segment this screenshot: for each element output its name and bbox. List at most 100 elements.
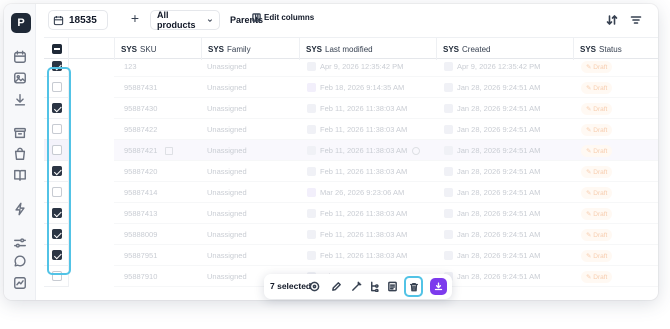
table-row[interactable]: 95887413 Unassigned Feb 11, 2026 11:38:03 … xyxy=(44,203,658,224)
column-header-sku[interactable]: SYS SKU xyxy=(114,38,201,60)
table-row[interactable]: 95887421 Unassigned Feb 11, 2026 11:38:03 … xyxy=(44,140,658,161)
family-cell: Unassigned xyxy=(207,224,299,245)
trash-icon xyxy=(409,282,418,291)
created-value: Apr 9, 2026 12:35:42 PM xyxy=(457,62,541,71)
family-value: Unassigned xyxy=(207,125,247,134)
created-value: Jan 28, 2026 9:24:51 AM xyxy=(457,209,541,218)
chart-icon[interactable] xyxy=(13,276,27,290)
family-header-label: Family xyxy=(227,44,251,54)
created-cell: Jan 28, 2026 9:24:51 AM xyxy=(444,245,573,266)
external-link-icon[interactable] xyxy=(165,146,174,155)
created-value: Jan 28, 2026 9:24:51 AM xyxy=(457,188,541,197)
hierarchy-icon[interactable] xyxy=(368,280,380,292)
archive-icon[interactable] xyxy=(13,126,27,140)
table-row[interactable]: 95887951 Unassigned Feb 11, 2026 11:38:03 … xyxy=(44,245,658,266)
sku-value: 95887413 xyxy=(124,209,158,218)
user-avatar-icon xyxy=(444,125,453,134)
clock-icon[interactable] xyxy=(412,146,421,155)
product-count-chip[interactable]: 18535 xyxy=(48,10,108,30)
magic-wand-icon[interactable] xyxy=(350,280,362,292)
user-avatar-icon xyxy=(444,209,453,218)
sort-icon[interactable] xyxy=(606,13,618,26)
created-header-label: Created xyxy=(462,44,491,54)
sku-cell: 95887910 xyxy=(124,266,201,287)
family-value: Unassigned xyxy=(207,146,247,155)
sku-value: 95887422 xyxy=(124,125,158,134)
table-row[interactable]: 95887430 Unassigned Feb 11, 2026 11:38:03 … xyxy=(44,98,658,119)
row-thumbnail xyxy=(68,182,114,203)
shopping-bag-icon[interactable] xyxy=(13,147,27,161)
book-icon[interactable] xyxy=(13,168,27,182)
column-header-created[interactable]: SYS Created xyxy=(436,38,573,60)
table-row[interactable]: 95888009 Unassigned Feb 11, 2026 11:38:03 … xyxy=(44,224,658,245)
chat-icon[interactable] xyxy=(13,254,27,268)
last-modified-value: Apr 9, 2026 12:35:42 PM xyxy=(320,62,404,71)
family-cell: Unassigned xyxy=(207,77,299,98)
table-row[interactable]: 95887431 Unassigned Feb 18, 2026 9:14:35 A… xyxy=(44,77,658,98)
column-header-last-modified[interactable]: SYS Last modified xyxy=(299,38,436,60)
row-checkbox[interactable] xyxy=(52,208,62,218)
family-cell: Unassigned xyxy=(207,119,299,140)
row-checkbox[interactable] xyxy=(52,166,62,176)
family-value: Unassigned xyxy=(207,230,247,239)
row-checkbox[interactable] xyxy=(52,229,62,239)
user-avatar-icon xyxy=(307,188,316,197)
family-value: Unassigned xyxy=(207,272,247,281)
edit-pencil-icon[interactable] xyxy=(330,280,342,292)
family-header-prefix: SYS xyxy=(208,44,225,54)
row-checkbox[interactable] xyxy=(52,82,62,92)
column-header-family[interactable]: SYS Family xyxy=(201,38,299,60)
product-table: SYS SKU SYS Family SYS Last modified SYS Cre… xyxy=(44,37,658,300)
table-row[interactable]: 95887414 Unassigned Mar 26, 2026 9:23:06 A… xyxy=(44,182,658,203)
column-header-status[interactable]: SYS Status xyxy=(573,38,658,60)
row-checkbox[interactable] xyxy=(52,61,62,71)
image-icon[interactable] xyxy=(13,71,27,85)
edit-columns-button[interactable]: Edit columns xyxy=(252,13,314,22)
user-avatar-icon xyxy=(307,104,316,113)
product-count: 18535 xyxy=(69,14,97,26)
products-filter-dropdown[interactable]: All products xyxy=(150,10,220,30)
table-row[interactable]: 95887420 Unassigned Feb 11, 2026 11:38:03 … xyxy=(44,161,658,182)
filter-icon[interactable] xyxy=(630,13,642,25)
created-cell: Jan 28, 2026 9:24:51 AM xyxy=(444,77,573,98)
download-icon[interactable] xyxy=(13,93,27,107)
family-value: Unassigned xyxy=(207,104,247,113)
status-value: ✎ Draft xyxy=(581,228,613,241)
row-checkbox[interactable] xyxy=(52,187,62,197)
modified-header-prefix: SYS xyxy=(306,44,323,54)
row-checkbox[interactable] xyxy=(52,103,62,113)
select-all-checkbox[interactable] xyxy=(52,44,62,54)
sku-value: 95887431 xyxy=(124,83,158,92)
family-cell: Unassigned xyxy=(207,98,299,119)
row-checkbox[interactable] xyxy=(52,250,62,260)
delete-button[interactable] xyxy=(404,276,423,297)
row-checkbox[interactable] xyxy=(52,124,62,134)
created-value: Jan 28, 2026 9:24:51 AM xyxy=(457,167,541,176)
row-thumbnail xyxy=(68,98,114,119)
last-modified-cell: Feb 11, 2026 11:38:03 AM xyxy=(307,98,436,119)
table-row[interactable]: 123 Unassigned Apr 9, 2026 12:35:42 PM Apr … xyxy=(44,60,658,77)
table-row[interactable]: 95887422 Unassigned Feb 11, 2026 11:38:03 … xyxy=(44,119,658,140)
created-cell: Jan 28, 2026 9:24:51 AM xyxy=(444,182,573,203)
last-modified-cell: Feb 11, 2026 11:38:03 AM xyxy=(307,161,436,182)
download-button[interactable] xyxy=(430,278,447,295)
calendar-icon[interactable] xyxy=(13,50,27,64)
lightning-icon[interactable] xyxy=(13,202,27,216)
user-avatar-icon xyxy=(444,188,453,197)
sku-cell: 95887422 xyxy=(124,119,201,140)
target-icon[interactable] xyxy=(308,280,320,292)
status-cell: ✎ Draft xyxy=(581,182,658,203)
family-cell: Unassigned xyxy=(207,245,299,266)
row-checkbox[interactable] xyxy=(52,145,62,155)
row-checkbox[interactable] xyxy=(52,271,62,281)
family-value: Unassigned xyxy=(207,167,247,176)
last-modified-cell: Feb 11, 2026 11:38:03 AM xyxy=(307,203,436,224)
user-avatar-icon xyxy=(307,209,316,218)
status-cell: ✎ Draft xyxy=(581,245,658,266)
app-logo[interactable]: P xyxy=(11,13,31,33)
last-modified-cell: Feb 11, 2026 11:38:03 AM xyxy=(307,224,436,245)
add-icon[interactable]: + xyxy=(129,11,141,25)
sliders-icon[interactable] xyxy=(13,236,27,250)
document-list-icon[interactable] xyxy=(386,280,398,292)
sku-header-prefix: SYS xyxy=(121,44,138,54)
